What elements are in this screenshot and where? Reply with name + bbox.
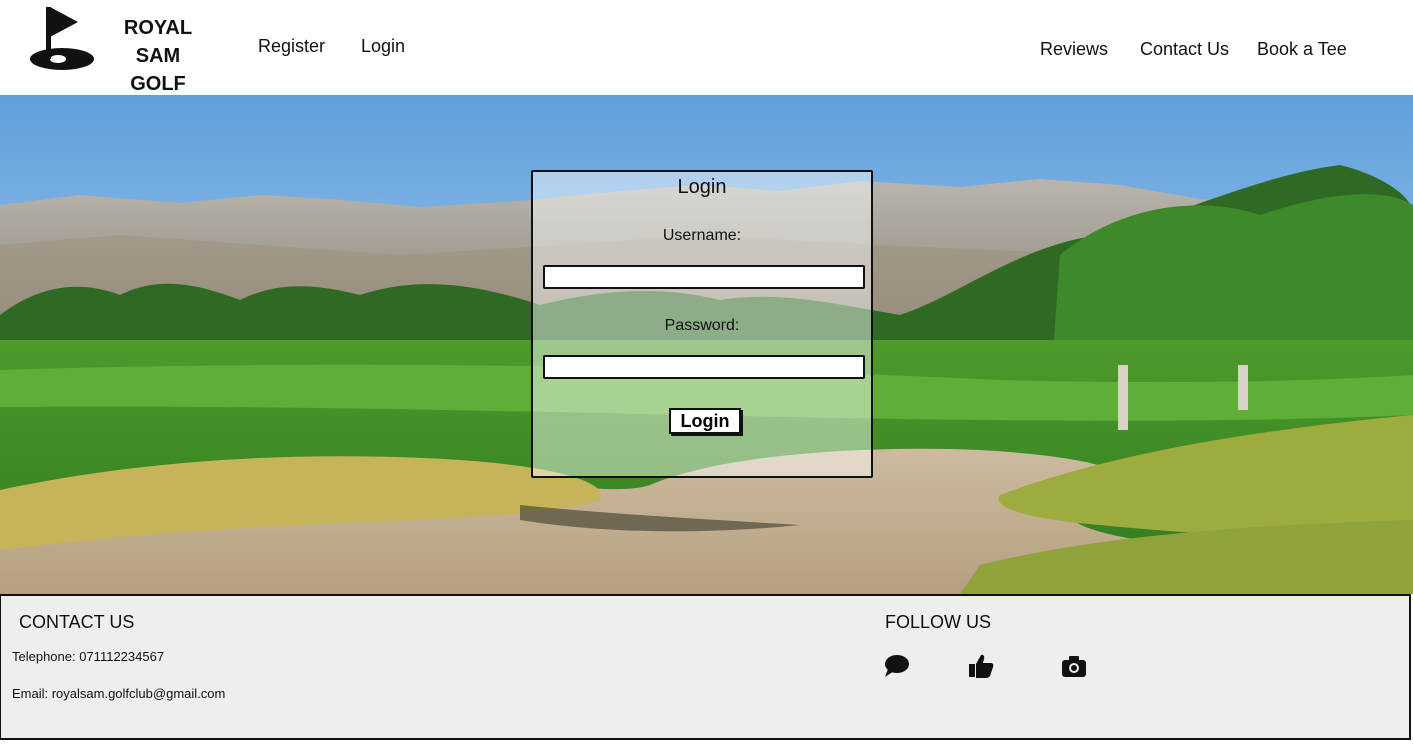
username-field[interactable] (543, 265, 865, 289)
thumbs-up-icon[interactable] (967, 652, 995, 680)
password-label: Password: (664, 317, 740, 334)
nav-register[interactable]: Register (258, 36, 325, 57)
nav-contact-us[interactable]: Contact Us (1140, 39, 1229, 60)
logo-line-1: ROYAL SAM (123, 17, 193, 67)
login-title: Login (677, 176, 727, 198)
site-footer: CONTACT US Telephone: 071112234567 Email… (0, 594, 1411, 740)
site-header: ROYAL SAM GOLF CLUB Register Login Revie… (0, 0, 1413, 123)
nav-book-a-tee[interactable]: Book a Tee (1257, 39, 1347, 60)
password-field[interactable] (543, 355, 865, 379)
telephone-text: Telephone: 071112234567 (12, 649, 165, 664)
contact-us-heading: CONTACT US (19, 612, 135, 632)
nav-reviews[interactable]: Reviews (1040, 39, 1108, 60)
golf-flag-icon (30, 7, 94, 70)
camera-icon[interactable] (1060, 652, 1088, 680)
follow-us-heading: FOLLOW US (885, 612, 992, 632)
login-panel: Login Username: Password: Login (531, 170, 873, 478)
hero-background: Login Username: Password: Login (0, 95, 1413, 594)
logo[interactable]: ROYAL SAM GOLF CLUB (28, 4, 218, 123)
nav-login[interactable]: Login (361, 36, 405, 57)
username-label: Username: (662, 227, 742, 244)
chat-bubble-icon[interactable] (883, 652, 911, 680)
email-text: Email: royalsam.golfclub@gmail.com (12, 686, 226, 701)
login-submit-button[interactable]: Login (669, 408, 741, 434)
